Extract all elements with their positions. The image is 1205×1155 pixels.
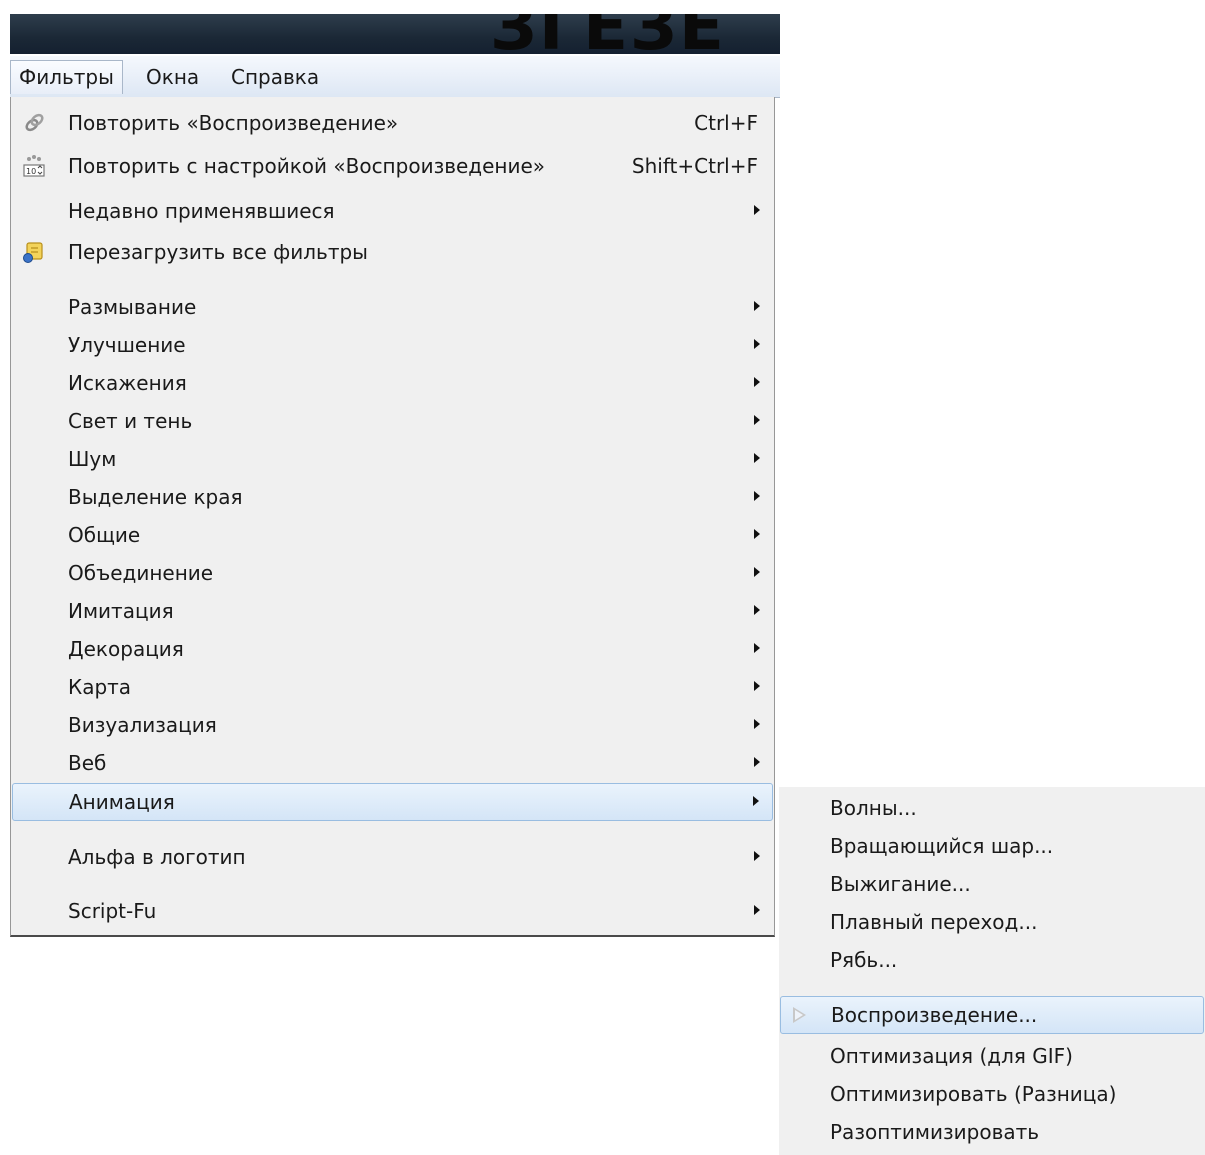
- submenu-item-blend[interactable]: Плавный переход...: [779, 903, 1205, 941]
- menu-item-label: Вращающийся шар...: [830, 834, 1054, 858]
- menu-item-recent[interactable]: Недавно применявшиеся: [11, 192, 774, 230]
- submenu-arrow-icon: [754, 851, 760, 861]
- submenu-item-optimize-difference[interactable]: Оптимизировать (Разница): [779, 1075, 1205, 1113]
- menubar-filters[interactable]: Фильтры: [10, 60, 123, 94]
- menu-item-label: Анимация: [69, 790, 175, 814]
- submenu-item-rippling[interactable]: Рябь...: [779, 941, 1205, 979]
- menu-item-label: Декорация: [68, 637, 184, 661]
- submenu-item-playback[interactable]: Воспроизведение...: [780, 996, 1204, 1034]
- submenu-item-unoptimize[interactable]: Разоптимизировать: [779, 1113, 1205, 1151]
- submenu-arrow-icon: [754, 905, 760, 915]
- playback-icon: [793, 1007, 806, 1023]
- menu-item-reload[interactable]: Перезагрузить все фильтры: [11, 233, 774, 271]
- submenu-arrow-icon: [754, 605, 760, 615]
- menu-item-label: Общие: [68, 523, 141, 547]
- submenu-arrow-icon: [754, 643, 760, 653]
- filters-menu: Повторить «Воспроизведение» Ctrl+F 10 По…: [10, 97, 775, 937]
- menu-item-repeat[interactable]: Повторить «Воспроизведение» Ctrl+F: [11, 104, 774, 142]
- submenu-arrow-icon: [754, 301, 760, 311]
- window-titlebar: ЗГЕЗЕ: [10, 14, 780, 54]
- menu-item-web[interactable]: Веб: [11, 744, 774, 782]
- menu-item-label: Повторить «Воспроизведение»: [68, 111, 399, 135]
- svg-text:10: 10: [26, 167, 36, 176]
- menu-item-label: Шум: [68, 447, 117, 471]
- animation-submenu: Волны... Вращающийся шар... Выжигание...…: [779, 787, 1205, 1155]
- submenu-arrow-icon: [754, 529, 760, 539]
- submenu-item-spinning-globe[interactable]: Вращающийся шар...: [779, 827, 1205, 865]
- menu-item-label: Перезагрузить все фильтры: [68, 240, 368, 264]
- background-decoration: ЗГЕЗЕ: [490, 14, 727, 54]
- menu-item-decor[interactable]: Декорация: [11, 630, 774, 668]
- submenu-arrow-icon: [754, 681, 760, 691]
- shortcut-label: Shift+Ctrl+F: [631, 154, 758, 178]
- submenu-arrow-icon: [754, 757, 760, 767]
- submenu-arrow-icon: [754, 567, 760, 577]
- menu-item-label: Выжигание...: [830, 872, 971, 896]
- menu-item-edge-detect[interactable]: Выделение края: [11, 478, 774, 516]
- menu-item-alpha-to-logo[interactable]: Альфа в логотип: [11, 838, 774, 876]
- menu-item-label: Карта: [68, 675, 132, 699]
- submenu-arrow-icon: [754, 719, 760, 729]
- submenu-arrow-icon: [754, 491, 760, 501]
- menu-item-label: Визуализация: [68, 713, 217, 737]
- menubar-windows[interactable]: Окна: [138, 60, 207, 94]
- submenu-arrow-icon: [754, 377, 760, 387]
- menu-item-label: Рябь...: [830, 948, 898, 972]
- menu-item-render[interactable]: Визуализация: [11, 706, 774, 744]
- submenu-arrow-icon: [754, 415, 760, 425]
- menu-item-enhance[interactable]: Улучшение: [11, 326, 774, 364]
- menu-item-reshow[interactable]: 10 Повторить с настройкой «Воспроизведен…: [11, 147, 774, 185]
- menu-item-label: Оптимизация (для GIF): [830, 1044, 1073, 1068]
- repeat-icon: [25, 113, 44, 132]
- menu-item-label: Разоптимизировать: [830, 1120, 1040, 1144]
- settings-dialog-icon: 10: [23, 155, 45, 177]
- menu-item-label: Повторить с настройкой «Воспроизведение»: [68, 154, 546, 178]
- submenu-arrow-icon: [754, 205, 760, 215]
- menu-item-label: Искажения: [68, 371, 187, 395]
- submenu-item-optimize-gif[interactable]: Оптимизация (для GIF): [779, 1037, 1205, 1075]
- menu-item-label: Волны...: [830, 796, 917, 820]
- menu-item-blur[interactable]: Размывание: [11, 288, 774, 326]
- menu-item-map[interactable]: Карта: [11, 668, 774, 706]
- menu-item-label: Недавно применявшиеся: [68, 199, 335, 223]
- menu-item-script-fu[interactable]: Script-Fu: [11, 892, 774, 930]
- reload-icon: [23, 242, 43, 263]
- menu-item-light-shadow[interactable]: Свет и тень: [11, 402, 774, 440]
- submenu-item-waves[interactable]: Волны...: [779, 789, 1205, 827]
- menu-item-label: Оптимизировать (Разница): [830, 1082, 1117, 1106]
- menu-item-noise[interactable]: Шум: [11, 440, 774, 478]
- menu-item-label: Улучшение: [68, 333, 186, 357]
- menu-item-label: Объединение: [68, 561, 214, 585]
- menu-item-distorts[interactable]: Искажения: [11, 364, 774, 402]
- menu-item-combine[interactable]: Объединение: [11, 554, 774, 592]
- menu-item-generic[interactable]: Общие: [11, 516, 774, 554]
- menu-item-label: Альфа в логотип: [68, 845, 246, 869]
- submenu-item-burn-in[interactable]: Выжигание...: [779, 865, 1205, 903]
- menu-item-label: Плавный переход...: [830, 910, 1038, 934]
- menubar-help[interactable]: Справка: [223, 60, 327, 94]
- submenu-arrow-icon: [753, 796, 759, 806]
- menu-item-animation[interactable]: Анимация: [12, 783, 773, 821]
- shortcut-label: Ctrl+F: [694, 111, 758, 135]
- menu-item-label: Выделение края: [68, 485, 243, 509]
- menubar: Фильтры Окна Справка: [10, 56, 780, 98]
- menu-item-label: Размывание: [68, 295, 197, 319]
- menu-item-label: Имитация: [68, 599, 174, 623]
- submenu-arrow-icon: [754, 453, 760, 463]
- menu-item-label: Script-Fu: [68, 899, 157, 923]
- menu-item-artistic[interactable]: Имитация: [11, 592, 774, 630]
- submenu-arrow-icon: [754, 339, 760, 349]
- menu-item-label: Воспроизведение...: [831, 1003, 1038, 1027]
- menu-item-label: Веб: [68, 751, 107, 775]
- menu-item-label: Свет и тень: [68, 409, 193, 433]
